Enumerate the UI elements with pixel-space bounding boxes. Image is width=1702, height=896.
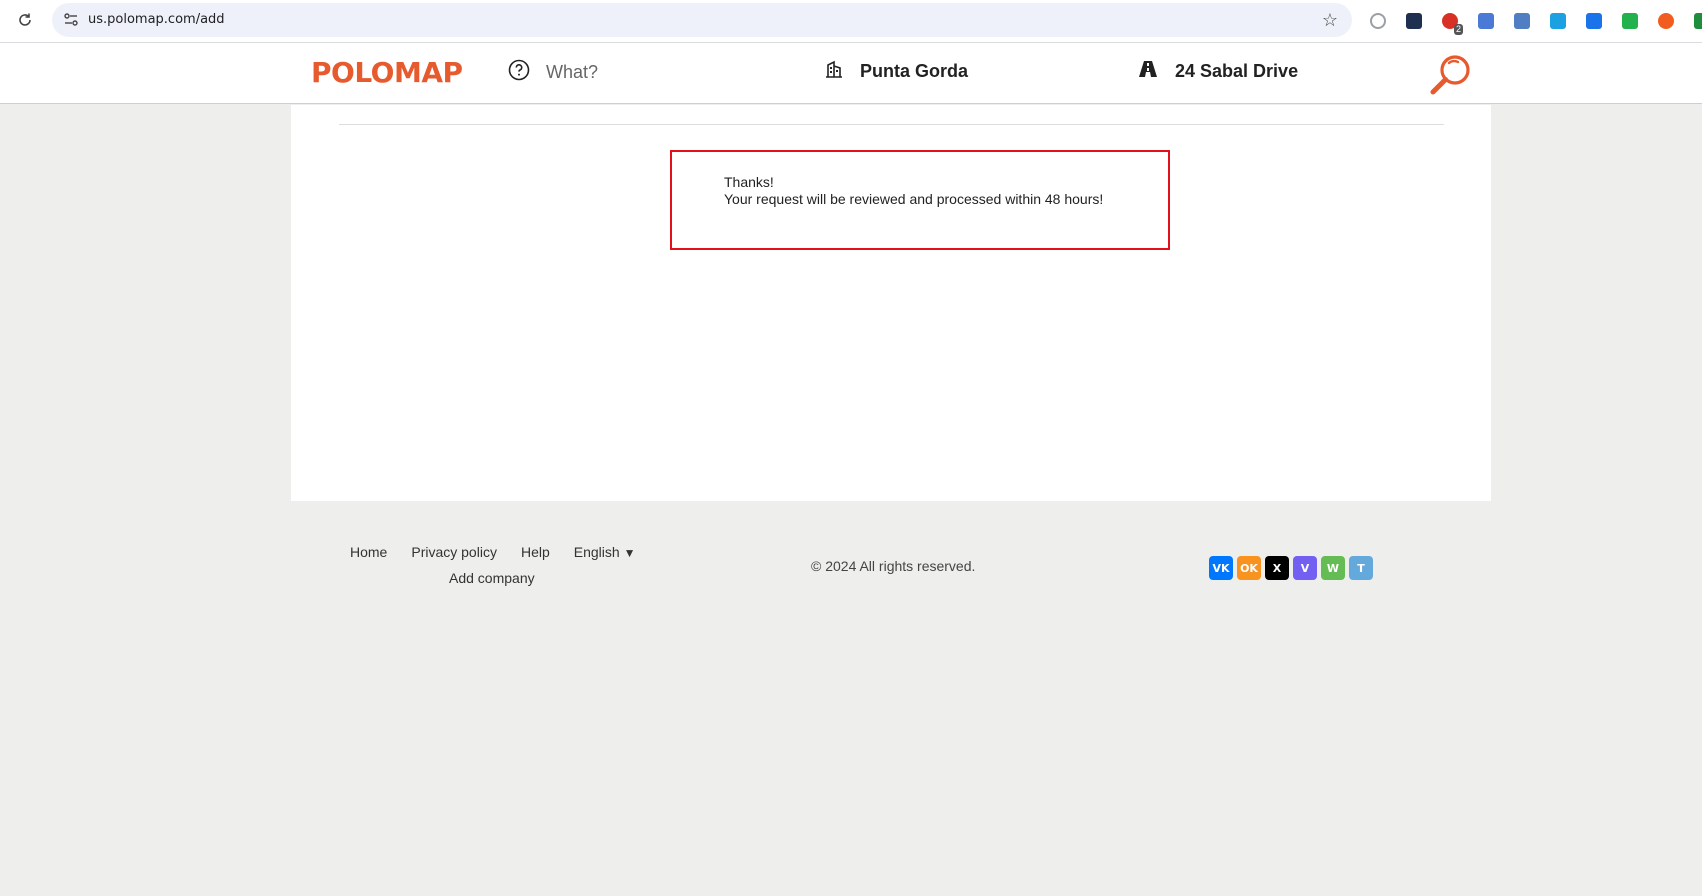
question-circle-icon xyxy=(508,59,530,86)
road-icon xyxy=(1137,59,1159,84)
content-card: Thanks! Your request will be reviewed an… xyxy=(291,105,1491,501)
city-value: Punta Gorda xyxy=(860,61,969,81)
search-icon[interactable] xyxy=(1428,51,1474,97)
translate-icon[interactable] xyxy=(1474,9,1498,33)
dropdown-arrow-icon: ▼ xyxy=(623,546,636,560)
footer-links: Home Privacy policy Help English ▼ xyxy=(350,544,636,560)
fire-icon[interactable] xyxy=(1654,9,1678,33)
footer-link-privacy[interactable]: Privacy policy xyxy=(411,544,497,560)
ext-badge: 2 xyxy=(1453,24,1463,35)
browser-toolbar: us.polomap.com/add ☆ 2 xyxy=(0,0,1702,43)
site-header: POLOMAP What? Punta Gorda 24 Sabal Drive xyxy=(0,43,1702,104)
divider xyxy=(339,124,1444,125)
city-field[interactable]: Punta Gorda xyxy=(824,59,968,84)
copyright-text: © 2024 All rights reserved. xyxy=(811,558,976,574)
green-ext-icon[interactable] xyxy=(1690,9,1702,33)
language-value: English xyxy=(573,544,620,560)
vk-icon[interactable]: VK xyxy=(1209,556,1233,580)
screenshot-icon[interactable] xyxy=(1582,9,1606,33)
site-settings-icon[interactable] xyxy=(62,11,80,29)
reload-icon[interactable] xyxy=(14,9,36,31)
what-placeholder: What? xyxy=(546,62,599,82)
m-icon[interactable] xyxy=(1546,9,1570,33)
footer-link-help[interactable]: Help xyxy=(521,544,550,560)
language-select[interactable]: English ▼ xyxy=(574,544,636,560)
telegram-icon[interactable]: T xyxy=(1349,556,1373,580)
polomap-logo[interactable]: POLOMAP xyxy=(311,56,463,89)
shield-check-icon[interactable] xyxy=(1618,9,1642,33)
globe-icon[interactable] xyxy=(1366,9,1390,33)
bookmark-star-icon[interactable]: ☆ xyxy=(1320,10,1340,30)
building-icon xyxy=(824,59,844,84)
social-share-buttons: VK OK X V W T xyxy=(1209,556,1373,580)
whatsapp-icon[interactable]: W xyxy=(1321,556,1345,580)
what-search-field[interactable]: What? xyxy=(508,59,598,86)
notice-title: Thanks! xyxy=(724,174,774,190)
x-icon[interactable]: X xyxy=(1265,556,1289,580)
adblock-icon[interactable]: 2 xyxy=(1438,9,1463,35)
mp-icon[interactable] xyxy=(1510,9,1534,33)
street-field[interactable]: 24 Sabal Drive xyxy=(1137,59,1298,84)
footer-link-add-company[interactable]: Add company xyxy=(449,570,535,586)
url-text[interactable]: us.polomap.com/add xyxy=(88,12,225,27)
footer-link-home[interactable]: Home xyxy=(350,544,387,560)
viber-icon[interactable]: V xyxy=(1293,556,1317,580)
notice-message: Your request will be reviewed and proces… xyxy=(724,191,1104,207)
extensions-tray: 2 xyxy=(1366,8,1702,35)
folder-icon[interactable] xyxy=(1402,9,1426,33)
street-value: 24 Sabal Drive xyxy=(1175,61,1299,81)
address-bar[interactable]: us.polomap.com/add ☆ xyxy=(52,3,1352,37)
odnoklassniki-icon[interactable]: OK xyxy=(1237,556,1261,580)
thanks-notice: Thanks! Your request will be reviewed an… xyxy=(670,150,1170,250)
